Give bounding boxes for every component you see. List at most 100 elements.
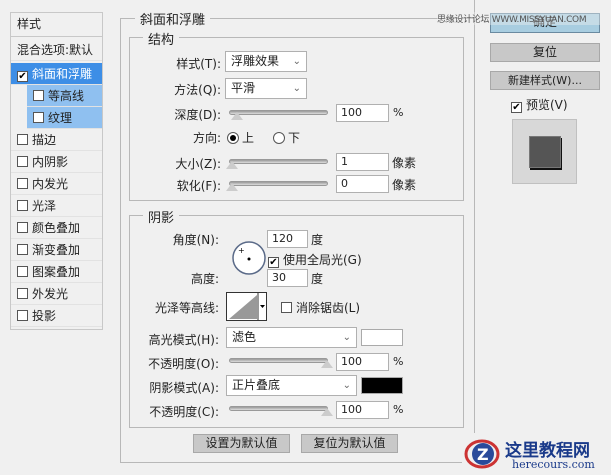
sidebar-item[interactable]: 内发光 <box>11 173 102 195</box>
reset-default-button[interactable]: 复位为默认值 <box>301 434 398 453</box>
antialias-checkbox[interactable]: 消除锯齿(L) <box>281 299 360 316</box>
angle-dial[interactable]: + <box>226 240 272 276</box>
site-logo: Z 这里教程网 herecours.com <box>462 433 611 475</box>
shadow-mode-dropdown[interactable]: 正片叠底 ⌄ <box>226 375 357 396</box>
sidebar-item-label: 内阴影 <box>32 155 69 169</box>
antialias-label: 消除锯齿(L) <box>296 301 361 315</box>
sidebar-item[interactable]: 等高线 <box>27 85 102 107</box>
shading-title: 阴影 <box>143 207 180 226</box>
size-input[interactable]: 1 <box>336 153 389 171</box>
checkbox-icon[interactable] <box>17 310 28 321</box>
percent-unit: % <box>393 403 404 416</box>
global-light-checkbox[interactable]: ✔ 使用全局光(G) <box>268 251 362 268</box>
direction-up-radio[interactable]: 上 <box>227 129 254 146</box>
percent-unit: % <box>393 355 404 368</box>
method-label: 方法(Q): <box>174 83 221 97</box>
style-dropdown[interactable]: 浮雕效果 ⌄ <box>225 51 307 72</box>
depth-slider[interactable] <box>229 110 328 115</box>
sidebar-item-label: 光泽 <box>32 199 57 213</box>
size-slider[interactable] <box>229 159 328 164</box>
sidebar-item-label: 描边 <box>32 133 57 147</box>
size-slider-thumb[interactable] <box>226 161 238 169</box>
sidebar-item[interactable]: 纹理 <box>27 107 102 129</box>
checkbox-icon[interactable] <box>33 112 44 123</box>
highlight-color-swatch[interactable] <box>361 329 403 346</box>
checkbox-icon[interactable] <box>17 178 28 189</box>
watermark-top: 思缘设计论坛 WWW.MISSYUAN.COM <box>437 12 605 25</box>
sidebar-item[interactable]: 描边 <box>11 129 102 151</box>
slider-thumb[interactable] <box>321 360 333 368</box>
direction-down-radio[interactable]: 下 <box>273 129 300 146</box>
checkbox-icon[interactable] <box>17 134 28 145</box>
radio-icon <box>273 132 285 144</box>
sidebar-item[interactable]: 外发光 <box>11 283 102 305</box>
contour-icon <box>229 293 265 320</box>
svg-text:Z: Z <box>477 445 489 464</box>
styles-header: 样式 <box>11 13 102 37</box>
altitude-unit: 度 <box>311 272 324 286</box>
depth-slider-thumb[interactable] <box>231 112 243 120</box>
sidebar-item[interactable]: 投影 <box>11 305 102 327</box>
sidebar-item[interactable]: 颜色叠加 <box>11 217 102 239</box>
highlight-opacity-slider[interactable] <box>229 358 328 363</box>
style-value: 浮雕效果 <box>231 54 280 68</box>
sidebar-item-label: 等高线 <box>48 89 85 103</box>
angle-input[interactable]: 120 <box>267 230 308 248</box>
radio-icon <box>227 132 239 144</box>
sidebar-item-label: 纹理 <box>48 111 73 125</box>
chevron-down-icon: ⌄ <box>292 83 301 94</box>
styles-list: 样式 混合选项:默认 ✔ 斜面和浮雕等高线纹理描边内阴影内发光光泽颜色叠加 渐变叠加… <box>10 12 103 330</box>
method-value: 平滑 <box>231 81 256 95</box>
method-dropdown[interactable]: 平滑 ⌄ <box>225 78 307 99</box>
make-default-button[interactable]: 设置为默认值 <box>193 434 290 453</box>
checkbox-icon[interactable] <box>17 266 28 277</box>
checkbox-checked-icon: ✔ <box>511 102 522 113</box>
checkbox-icon[interactable] <box>17 244 28 255</box>
slider-thumb[interactable] <box>321 408 333 416</box>
preview-checkbox[interactable]: ✔ 预览(V) <box>511 96 568 113</box>
sidebar-item[interactable]: 光泽 <box>11 195 102 217</box>
soften-label: 软化(F): <box>176 179 221 193</box>
preview-square <box>529 136 561 168</box>
sidebar-item-label: 外发光 <box>32 287 69 301</box>
shadow-color-swatch[interactable] <box>361 377 403 394</box>
checkbox-icon[interactable] <box>17 156 28 167</box>
depth-unit: % <box>393 106 404 119</box>
reset-button[interactable]: 复位 <box>490 43 600 62</box>
soften-slider[interactable] <box>229 181 328 186</box>
size-unit: 像素 <box>392 156 417 170</box>
shadow-opacity-slider[interactable] <box>229 406 328 411</box>
direction-up-label: 上 <box>242 131 255 145</box>
altitude-input[interactable]: 30 <box>267 269 308 287</box>
blending-options[interactable]: 混合选项:默认 <box>11 39 102 61</box>
sidebar-item[interactable]: 内阴影 <box>11 151 102 173</box>
direction-label: 方向: <box>192 131 221 145</box>
soften-input[interactable]: 0 <box>336 175 389 193</box>
checkbox-icon[interactable] <box>17 288 28 299</box>
new-style-button[interactable]: 新建样式(W)... <box>490 71 600 90</box>
gloss-contour-picker[interactable] <box>226 292 267 321</box>
depth-input[interactable]: 100 <box>336 104 389 122</box>
sidebar-item[interactable]: 渐变叠加 <box>11 239 102 261</box>
sidebar-item-label: 内发光 <box>32 177 69 191</box>
checkbox-icon[interactable] <box>33 90 44 101</box>
highlight-mode-value: 滤色 <box>232 330 257 344</box>
sidebar-item-label: 图案叠加 <box>32 265 81 279</box>
sidebar-item[interactable]: ✔ 斜面和浮雕 <box>11 63 102 85</box>
checkbox-icon[interactable] <box>17 200 28 211</box>
depth-label: 深度(D): <box>174 108 221 122</box>
highlight-mode-dropdown[interactable]: 滤色 ⌄ <box>226 327 357 348</box>
checkbox-checked-icon: ✔ <box>268 257 279 268</box>
highlight-opacity-input[interactable]: 100 <box>336 353 389 371</box>
checkbox-icon <box>281 302 292 313</box>
checkbox-icon[interactable] <box>17 222 28 233</box>
panel-title: 斜面和浮雕 <box>135 9 211 28</box>
shadow-opacity-input[interactable]: 100 <box>336 401 389 419</box>
sidebar-item[interactable]: 图案叠加 <box>11 261 102 283</box>
checkbox-checked-icon[interactable]: ✔ <box>17 71 28 82</box>
soften-slider-thumb[interactable] <box>226 183 238 191</box>
sidebar-item-label: 斜面和浮雕 <box>32 67 93 81</box>
style-label: 样式(T): <box>176 57 221 71</box>
logo-z-icon: Z <box>464 439 500 469</box>
soften-unit: 像素 <box>392 178 417 192</box>
